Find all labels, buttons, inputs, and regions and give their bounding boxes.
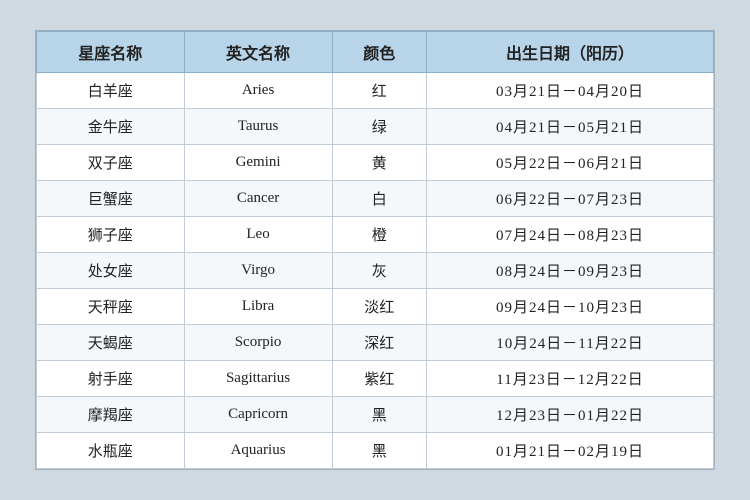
cell-color: 红 <box>332 73 427 109</box>
cell-dates: 09月24日－10月23日 <box>427 289 714 325</box>
cell-color: 紫红 <box>332 361 427 397</box>
cell-chinese: 摩羯座 <box>37 397 185 433</box>
cell-dates: 04月21日－05月21日 <box>427 109 714 145</box>
table-row: 射手座Sagittarius紫红11月23日－12月22日 <box>37 361 714 397</box>
table-row: 水瓶座Aquarius黑01月21日－02月19日 <box>37 433 714 469</box>
cell-color: 黄 <box>332 145 427 181</box>
cell-dates: 06月22日－07月23日 <box>427 181 714 217</box>
table-body: 白羊座Aries红03月21日－04月20日金牛座Taurus绿04月21日－0… <box>37 73 714 469</box>
cell-color: 白 <box>332 181 427 217</box>
table-row: 天秤座Libra淡红09月24日－10月23日 <box>37 289 714 325</box>
cell-chinese: 双子座 <box>37 145 185 181</box>
table-row: 天蝎座Scorpio深红10月24日－11月22日 <box>37 325 714 361</box>
cell-english: Taurus <box>184 109 332 145</box>
cell-english: Scorpio <box>184 325 332 361</box>
cell-color: 橙 <box>332 217 427 253</box>
cell-english: Gemini <box>184 145 332 181</box>
table-row: 狮子座Leo橙07月24日－08月23日 <box>37 217 714 253</box>
cell-chinese: 水瓶座 <box>37 433 185 469</box>
cell-dates: 12月23日－01月22日 <box>427 397 714 433</box>
cell-color: 淡红 <box>332 289 427 325</box>
cell-dates: 03月21日－04月20日 <box>427 73 714 109</box>
cell-color: 灰 <box>332 253 427 289</box>
cell-dates: 05月22日－06月21日 <box>427 145 714 181</box>
table-row: 摩羯座Capricorn黑12月23日－01月22日 <box>37 397 714 433</box>
cell-english: Cancer <box>184 181 332 217</box>
col-header-english: 英文名称 <box>184 32 332 73</box>
table-row: 金牛座Taurus绿04月21日－05月21日 <box>37 109 714 145</box>
cell-chinese: 天秤座 <box>37 289 185 325</box>
col-header-dates: 出生日期（阳历） <box>427 32 714 73</box>
cell-chinese: 金牛座 <box>37 109 185 145</box>
cell-dates: 08月24日－09月23日 <box>427 253 714 289</box>
table-row: 白羊座Aries红03月21日－04月20日 <box>37 73 714 109</box>
table-row: 双子座Gemini黄05月22日－06月21日 <box>37 145 714 181</box>
cell-english: Libra <box>184 289 332 325</box>
table-header-row: 星座名称 英文名称 颜色 出生日期（阳历） <box>37 32 714 73</box>
cell-chinese: 巨蟹座 <box>37 181 185 217</box>
zodiac-table-container: 星座名称 英文名称 颜色 出生日期（阳历） 白羊座Aries红03月21日－04… <box>35 30 715 470</box>
cell-dates: 07月24日－08月23日 <box>427 217 714 253</box>
cell-color: 绿 <box>332 109 427 145</box>
cell-color: 黑 <box>332 433 427 469</box>
cell-english: Sagittarius <box>184 361 332 397</box>
table-row: 巨蟹座Cancer白06月22日－07月23日 <box>37 181 714 217</box>
cell-chinese: 处女座 <box>37 253 185 289</box>
cell-english: Capricorn <box>184 397 332 433</box>
cell-english: Leo <box>184 217 332 253</box>
cell-chinese: 狮子座 <box>37 217 185 253</box>
cell-english: Virgo <box>184 253 332 289</box>
cell-dates: 10月24日－11月22日 <box>427 325 714 361</box>
cell-chinese: 天蝎座 <box>37 325 185 361</box>
cell-chinese: 射手座 <box>37 361 185 397</box>
cell-dates: 01月21日－02月19日 <box>427 433 714 469</box>
cell-english: Aries <box>184 73 332 109</box>
cell-color: 深红 <box>332 325 427 361</box>
cell-color: 黑 <box>332 397 427 433</box>
col-header-chinese: 星座名称 <box>37 32 185 73</box>
table-row: 处女座Virgo灰08月24日－09月23日 <box>37 253 714 289</box>
cell-dates: 11月23日－12月22日 <box>427 361 714 397</box>
cell-english: Aquarius <box>184 433 332 469</box>
zodiac-table: 星座名称 英文名称 颜色 出生日期（阳历） 白羊座Aries红03月21日－04… <box>36 31 714 469</box>
cell-chinese: 白羊座 <box>37 73 185 109</box>
col-header-color: 颜色 <box>332 32 427 73</box>
